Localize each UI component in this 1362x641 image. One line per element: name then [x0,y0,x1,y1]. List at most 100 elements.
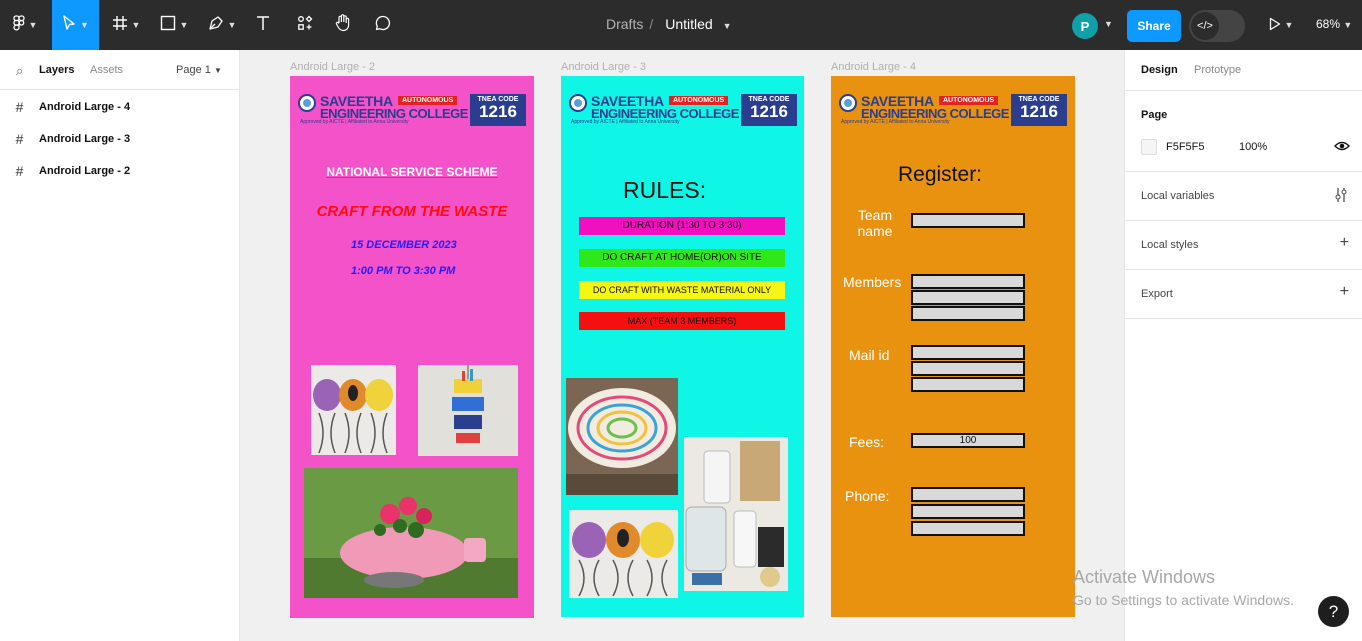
dev-mode-toggle[interactable]: </> [1189,10,1245,42]
resources-tool-button[interactable] [290,0,320,50]
tnea-code: 1216 [750,102,788,121]
play-icon [1269,15,1281,36]
pen-tool-button[interactable]: ▼ [202,0,242,50]
rule-location: DO CRAFT AT HOME(OR)ON SITE [579,249,785,267]
hand-icon [335,13,351,37]
page-selector[interactable]: Page 1 ▼ [176,64,222,76]
right-panel-tabs: Design Prototype [1125,50,1362,91]
plus-icon[interactable]: + [1340,283,1349,301]
mail-field-1[interactable] [911,345,1025,360]
activate-windows-title: Activate Windows [1073,567,1216,587]
share-button[interactable]: Share [1127,10,1181,42]
member-field-1[interactable] [911,274,1025,289]
tab-layers[interactable]: Layers [39,64,74,76]
team-name-label: Team name [857,207,893,239]
rule-duration: DURATION (1:30 TO 3:30) [579,217,785,235]
shape-tool-button[interactable]: ▼ [154,0,194,50]
search-icon[interactable]: ⌕ [16,63,23,79]
chevron-down-icon: ▼ [213,66,222,75]
team-name-field[interactable] [911,213,1025,228]
design-panel: Design Prototype Page F5F5F5 100% Local … [1124,50,1362,641]
chevron-down-icon[interactable]: ▼ [1104,19,1113,29]
craft-pots-image [569,510,678,598]
craft-pots-image [311,365,396,455]
page-color-swatch[interactable] [1141,139,1157,155]
college-seal-icon [298,94,316,112]
layer-label: Android Large - 2 [39,165,131,177]
main-menu-button[interactable]: ▼ [4,0,46,50]
page-selector-label: Page 1 [176,64,211,76]
rule-material: DO CRAFT WITH WASTE MATERIAL ONLY [579,281,785,299]
sliders-icon[interactable] [1334,187,1348,208]
tab-assets[interactable]: Assets [90,64,123,76]
phone-field-3[interactable] [911,521,1025,536]
layer-row-frame-3[interactable]: # Android Large - 3 [0,123,239,155]
page-opacity-value[interactable]: 100% [1239,141,1267,153]
chevron-down-icon: ▼ [1284,20,1294,30]
member-field-3[interactable] [911,306,1025,321]
rectangle-icon [160,15,176,36]
chevron-down-icon: ▼ [179,20,189,30]
present-button[interactable]: ▼ [1262,0,1300,50]
export-label: Export [1141,288,1173,300]
frame-android-large-2[interactable]: SAVEETHA AUTONOMOUS ENGINEERING COLLEGE … [290,76,534,618]
chevron-down-icon: ▼ [28,20,38,30]
tnea-code: 1216 [1020,102,1058,121]
tnea-badge: TNEA CODE 1216 [470,94,526,126]
help-button[interactable]: ? [1318,596,1349,627]
members-label: Members [843,274,902,290]
phone-field-2[interactable] [911,504,1025,519]
chevron-down-icon[interactable]: ▼ [723,21,732,31]
components-icon [297,15,313,36]
layer-row-frame-2[interactable]: # Android Large - 2 [0,155,239,187]
local-variables-section[interactable]: Local variables [1125,172,1362,221]
tab-design[interactable]: Design [1141,64,1178,76]
plus-icon[interactable]: + [1340,234,1349,252]
frame-hash-icon: # [15,131,24,147]
activate-windows-subtitle: Go to Settings to activate Windows. [1073,592,1294,608]
chevron-down-icon: ▼ [80,20,89,30]
pen-icon [208,15,224,36]
paper-bowls-image [566,378,678,495]
frame-android-large-3[interactable]: SAVEETHA AUTONOMOUS ENGINEERING COLLEGE … [561,76,804,617]
avatar[interactable]: P [1072,13,1098,39]
waste-materials-image [684,437,788,591]
hand-tool-button[interactable] [328,0,358,50]
phone-field-1[interactable] [911,487,1025,502]
tab-prototype[interactable]: Prototype [1194,64,1241,76]
bottle-planter-image [304,468,518,598]
logo-approved: Approved by AICTE | Affiliated to Anna U… [300,119,409,125]
frame-tool-button[interactable]: ▼ [106,0,146,50]
frame-label[interactable]: Android Large - 3 [561,61,646,73]
college-seal-icon [839,94,857,112]
frame-label[interactable]: Android Large - 4 [831,61,916,73]
fees-field[interactable]: 100 [911,433,1025,448]
breadcrumb-drafts[interactable]: Drafts [606,16,643,32]
move-tool-button[interactable]: ▼ [52,0,99,50]
frame-label[interactable]: Android Large - 2 [290,61,375,73]
fees-label: Fees: [849,434,885,450]
rule-team-size: MAX (TEAM 3 MEMBERS) [579,312,785,330]
file-name[interactable]: Untitled [665,16,712,32]
phone-label: Phone: [845,488,890,504]
page-color-value[interactable]: F5F5F5 [1166,141,1205,153]
member-field-2[interactable] [911,290,1025,305]
local-variables-label: Local variables [1141,190,1215,202]
layers-panel: ⌕ Layers Assets Page 1 ▼ # Android Large … [0,50,240,641]
frame-android-large-4[interactable]: SAVEETHA AUTONOMOUS ENGINEERING COLLEGE … [831,76,1075,617]
comment-tool-button[interactable] [368,0,398,50]
zoom-level[interactable]: 68% ▼ [1316,17,1352,31]
chevron-down-icon: ▼ [1343,20,1353,30]
top-toolbar: ▼ ▼ ▼ ▼ ▼ Drafts / Untitled ▼ P ▼ Share … [0,0,1362,50]
local-styles-section[interactable]: Local styles + [1125,221,1362,270]
layer-row-frame-4[interactable]: # Android Large - 4 [0,91,239,123]
chevron-down-icon: ▼ [227,20,237,30]
text-icon [256,15,270,36]
mail-field-2[interactable] [911,361,1025,376]
mail-field-3[interactable] [911,377,1025,392]
chevron-down-icon: ▼ [131,20,141,30]
export-section[interactable]: Export + [1125,270,1362,319]
eye-icon[interactable] [1334,139,1350,158]
text-tool-button[interactable] [250,0,276,50]
canvas[interactable]: Android Large - 2 SAVEETHA AUTONOMOUS EN… [240,50,1124,641]
